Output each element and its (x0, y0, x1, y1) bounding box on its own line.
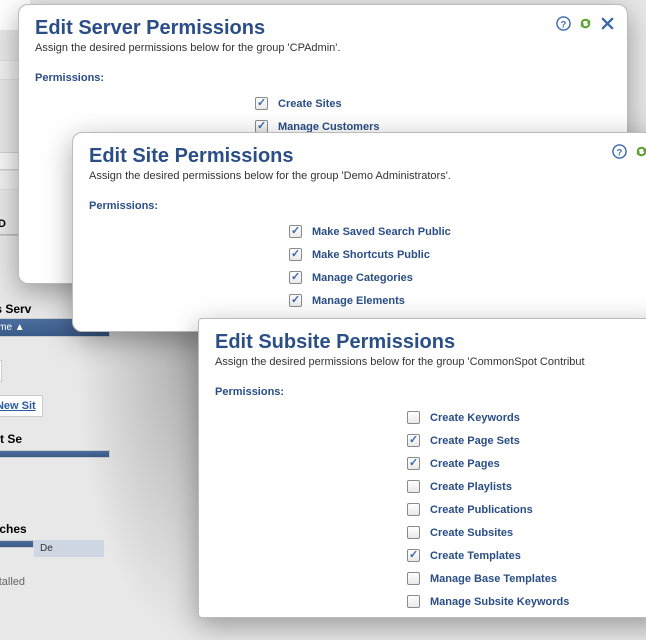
permission-label[interactable]: Manage Customers (278, 121, 379, 133)
permission-checkbox[interactable] (407, 411, 420, 424)
help-icon[interactable]: ? (555, 15, 571, 31)
shadow (75, 310, 215, 640)
bg-section-heading: d Patches (0, 522, 120, 536)
edit-subsite-permissions-dialog: Edit Subsite Permissions Assign the desi… (198, 318, 646, 618)
permissions-label: Permissions: (35, 72, 611, 84)
refresh-icon[interactable] (633, 143, 646, 159)
permission-item: Manage Elements (289, 289, 645, 312)
permission-label[interactable]: Manage Elements (312, 295, 405, 307)
permission-label[interactable]: Manage Subsite Keywords (430, 596, 569, 608)
permissions-list: Create Keywords Create Page Sets Create Pa… (215, 406, 646, 613)
bg-table-header: De (34, 540, 104, 557)
permission-item: Create Subsites (407, 521, 646, 544)
permission-checkbox[interactable] (407, 595, 420, 608)
permission-label[interactable]: Manage Categories (312, 272, 413, 284)
edit-site-permissions-dialog: ? Edit Site Permissions Assign the desir… (72, 132, 646, 332)
permission-label[interactable]: Create Subsites (430, 527, 513, 539)
permission-checkbox[interactable] (407, 503, 420, 516)
bg-section-heading: nSpot Se (0, 432, 110, 446)
permissions-label: Permissions: (89, 200, 645, 212)
svg-text:?: ? (616, 147, 622, 157)
bg-text: D (0, 218, 6, 230)
permission-label[interactable]: Create Page Sets (430, 435, 520, 447)
permissions-label: Permissions: (215, 386, 646, 398)
bg-link[interactable]: ues (0, 360, 2, 382)
permissions-list: Make Saved Search Public Make Shortcuts P… (89, 220, 645, 312)
permission-checkbox[interactable] (289, 294, 302, 307)
permission-item: Create Sites (255, 92, 611, 115)
permission-checkbox[interactable] (255, 97, 268, 110)
dialog-title: Edit Site Permissions (89, 145, 645, 168)
permission-checkbox[interactable] (289, 271, 302, 284)
permission-label[interactable]: Create Sites (278, 98, 342, 110)
bg-table-header (0, 450, 110, 458)
permission-checkbox[interactable] (289, 225, 302, 238)
permission-checkbox[interactable] (289, 248, 302, 261)
permission-label[interactable]: Create Templates (430, 550, 521, 562)
permission-label[interactable]: Create Pages (430, 458, 500, 470)
help-icon[interactable]: ? (611, 143, 627, 159)
permission-item: Make Saved Search Public (289, 220, 645, 243)
permission-item: Manage Base Templates (407, 567, 646, 590)
permission-item: Create Publications (407, 498, 646, 521)
permission-item: Create Pages (407, 452, 646, 475)
dialog-title: Edit Server Permissions (35, 17, 611, 40)
permission-checkbox[interactable] (407, 457, 420, 470)
bg-table-header (0, 540, 34, 548)
permission-item: Manage Categories (289, 266, 645, 289)
permission-item: Make Shortcuts Public (289, 243, 645, 266)
permission-checkbox[interactable] (407, 549, 420, 562)
permission-label[interactable]: Make Shortcuts Public (312, 249, 430, 261)
permission-item: Create Playlists (407, 475, 646, 498)
svg-text:?: ? (560, 19, 566, 29)
permission-checkbox[interactable] (407, 526, 420, 539)
permission-label[interactable]: Create Playlists (430, 481, 512, 493)
dialog-subtitle: Assign the desired permissions below for… (89, 170, 645, 182)
permission-checkbox[interactable] (407, 434, 420, 447)
permission-item: Create Keywords (407, 406, 646, 429)
permission-label[interactable]: Make Saved Search Public (312, 226, 451, 238)
bg-text: es installed (0, 576, 25, 588)
permission-checkbox[interactable] (407, 480, 420, 493)
permission-item: Manage Subsite Keywords (407, 590, 646, 613)
permission-label[interactable]: Create Keywords (430, 412, 520, 424)
close-icon[interactable] (599, 15, 615, 31)
dialog-title: Edit Subsite Permissions (215, 331, 646, 354)
permission-label[interactable]: Manage Base Templates (430, 573, 557, 585)
bg-link[interactable]: ate New Sit (0, 395, 43, 417)
dialog-subtitle: Assign the desired permissions below for… (215, 356, 646, 368)
permission-item: Create Templates (407, 544, 646, 567)
permission-checkbox[interactable] (407, 572, 420, 585)
permission-label[interactable]: Create Publications (430, 504, 533, 516)
permission-item: Create Page Sets (407, 429, 646, 452)
refresh-icon[interactable] (577, 15, 593, 31)
dialog-subtitle: Assign the desired permissions below for… (35, 42, 611, 54)
